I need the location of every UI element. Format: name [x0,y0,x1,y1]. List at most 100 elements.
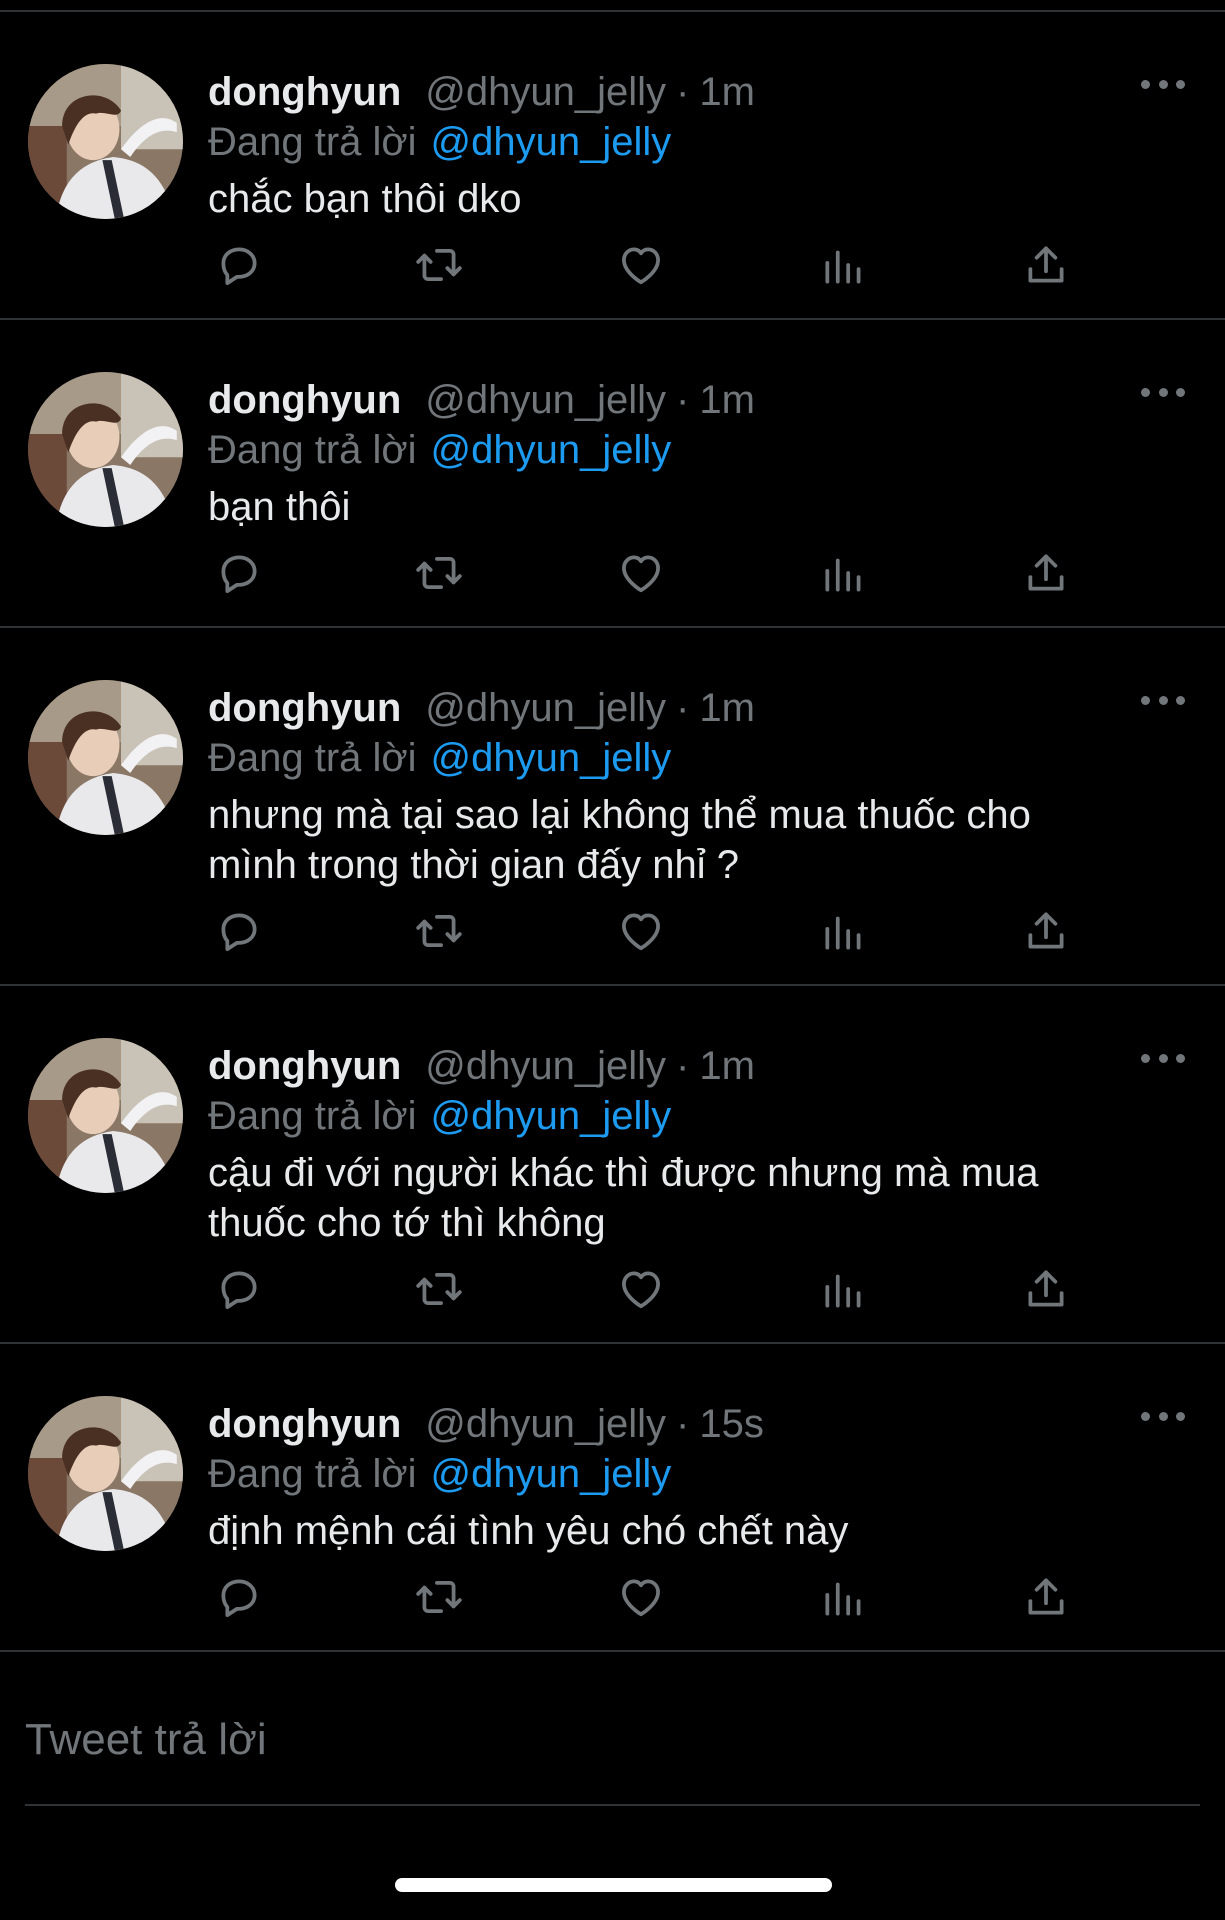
avatar[interactable] [28,1038,183,1193]
retweet-icon [414,1264,464,1314]
share-button[interactable] [1019,1262,1073,1316]
avatar[interactable] [28,680,183,835]
tweet-header: donghyun @dhyun_jelly · 1m [208,68,1185,116]
retweet-icon [414,1572,464,1622]
separator-dot: · [676,1044,690,1088]
tweet-text: định mệnh cái tình yêu chó chết này [208,1509,849,1553]
user-handle[interactable]: @dhyun_jelly [425,684,666,732]
reply-mention-link[interactable]: @dhyun_jelly [431,1094,672,1138]
replying-to: Đang trả lời @dhyun_jelly [208,1090,1185,1142]
user-handle[interactable]: @dhyun_jelly [425,1042,666,1090]
more-options-icon[interactable] [1141,1406,1185,1426]
display-name[interactable]: donghyun [208,68,401,116]
share-button[interactable] [1019,238,1073,292]
reply-icon [214,240,264,290]
analytics-button[interactable] [817,1262,871,1316]
user-handle[interactable]: @dhyun_jelly [425,376,666,424]
tweet-actions [208,1570,1088,1630]
reply-input[interactable]: Tweet trả lời [25,1712,267,1768]
reply-thread: donghyun @dhyun_jelly · 1m Đang trả lời @dhyu… [0,0,1225,1652]
home-indicator[interactable] [395,1878,832,1892]
like-button[interactable] [614,546,668,600]
avatar[interactable] [28,372,183,527]
replying-to-label: Đang trả lời [208,428,417,472]
reply-mention-link[interactable]: @dhyun_jelly [431,428,672,472]
tweet-text: bạn thôi [208,485,351,529]
tweet-actions [208,546,1088,606]
display-name[interactable]: donghyun [208,1042,401,1090]
more-options-icon[interactable] [1141,690,1185,710]
replying-to: Đang trả lời @dhyun_jelly [208,732,1185,784]
reply-button[interactable] [212,904,266,958]
tweet[interactable]: donghyun @dhyun_jelly · 15s Đang trả lời @dhy… [0,1344,1225,1652]
timestamp[interactable]: 1m [699,68,755,116]
share-button[interactable] [1019,1570,1073,1624]
replying-to-label: Đang trả lời [208,120,417,164]
analytics-button[interactable] [817,1570,871,1624]
avatar[interactable] [28,64,183,219]
reply-button[interactable] [212,238,266,292]
tweet-actions [208,238,1088,298]
timestamp[interactable]: 1m [699,1042,755,1090]
top-divider [0,0,1225,12]
analytics-button[interactable] [817,904,871,958]
display-name[interactable]: donghyun [208,684,401,732]
tweet[interactable]: donghyun @dhyun_jelly · 1m Đang trả lời @dhyu… [0,12,1225,320]
like-button[interactable] [614,1570,668,1624]
timestamp[interactable]: 1m [699,684,755,732]
reply-composer[interactable]: Tweet trả lời [25,1682,1200,1806]
timestamp[interactable]: 15s [699,1400,764,1448]
share-icon [1021,240,1071,290]
avatar[interactable] [28,1396,183,1551]
like-icon [616,1264,666,1314]
analytics-button[interactable] [817,238,871,292]
tweet[interactable]: donghyun @dhyun_jelly · 1m Đang trả lời @dhyu… [0,320,1225,628]
reply-mention-link[interactable]: @dhyun_jelly [431,1452,672,1496]
like-icon [616,240,666,290]
replying-to-label: Đang trả lời [208,736,417,780]
retweet-button[interactable] [412,904,466,958]
share-icon [1021,906,1071,956]
tweet[interactable]: donghyun @dhyun_jelly · 1m Đang trả lời @dhyu… [0,628,1225,986]
like-icon [616,906,666,956]
separator-dot: · [676,70,690,114]
replying-to: Đang trả lời @dhyun_jelly [208,1448,1185,1500]
separator-dot: · [676,686,690,730]
user-handle[interactable]: @dhyun_jelly [425,1400,666,1448]
share-icon [1021,1572,1071,1622]
analytics-button[interactable] [817,546,871,600]
share-button[interactable] [1019,904,1073,958]
reply-icon [214,1572,264,1622]
separator-dot: · [676,378,690,422]
user-handle[interactable]: @dhyun_jelly [425,68,666,116]
tweet-actions [208,1262,1088,1322]
more-options-icon[interactable] [1141,382,1185,402]
tweet-header: donghyun @dhyun_jelly · 1m [208,1042,1185,1090]
display-name[interactable]: donghyun [208,376,401,424]
retweet-button[interactable] [412,238,466,292]
retweet-icon [414,906,464,956]
reply-mention-link[interactable]: @dhyun_jelly [431,120,672,164]
like-button[interactable] [614,238,668,292]
like-button[interactable] [614,904,668,958]
reply-button[interactable] [212,546,266,600]
retweet-button[interactable] [412,1262,466,1316]
share-button[interactable] [1019,546,1073,600]
more-options-icon[interactable] [1141,74,1185,94]
analytics-icon [819,1572,869,1622]
tweet[interactable]: donghyun @dhyun_jelly · 1m Đang trả lời @dhyu… [0,986,1225,1344]
analytics-icon [819,1264,869,1314]
analytics-icon [819,906,869,956]
share-icon [1021,548,1071,598]
more-options-icon[interactable] [1141,1048,1185,1068]
reply-button[interactable] [212,1262,266,1316]
timestamp[interactable]: 1m [699,376,755,424]
reply-icon [214,548,264,598]
display-name[interactable]: donghyun [208,1400,401,1448]
retweet-button[interactable] [412,1570,466,1624]
reply-button[interactable] [212,1570,266,1624]
like-icon [616,1572,666,1622]
like-button[interactable] [614,1262,668,1316]
reply-mention-link[interactable]: @dhyun_jelly [431,736,672,780]
retweet-button[interactable] [412,546,466,600]
